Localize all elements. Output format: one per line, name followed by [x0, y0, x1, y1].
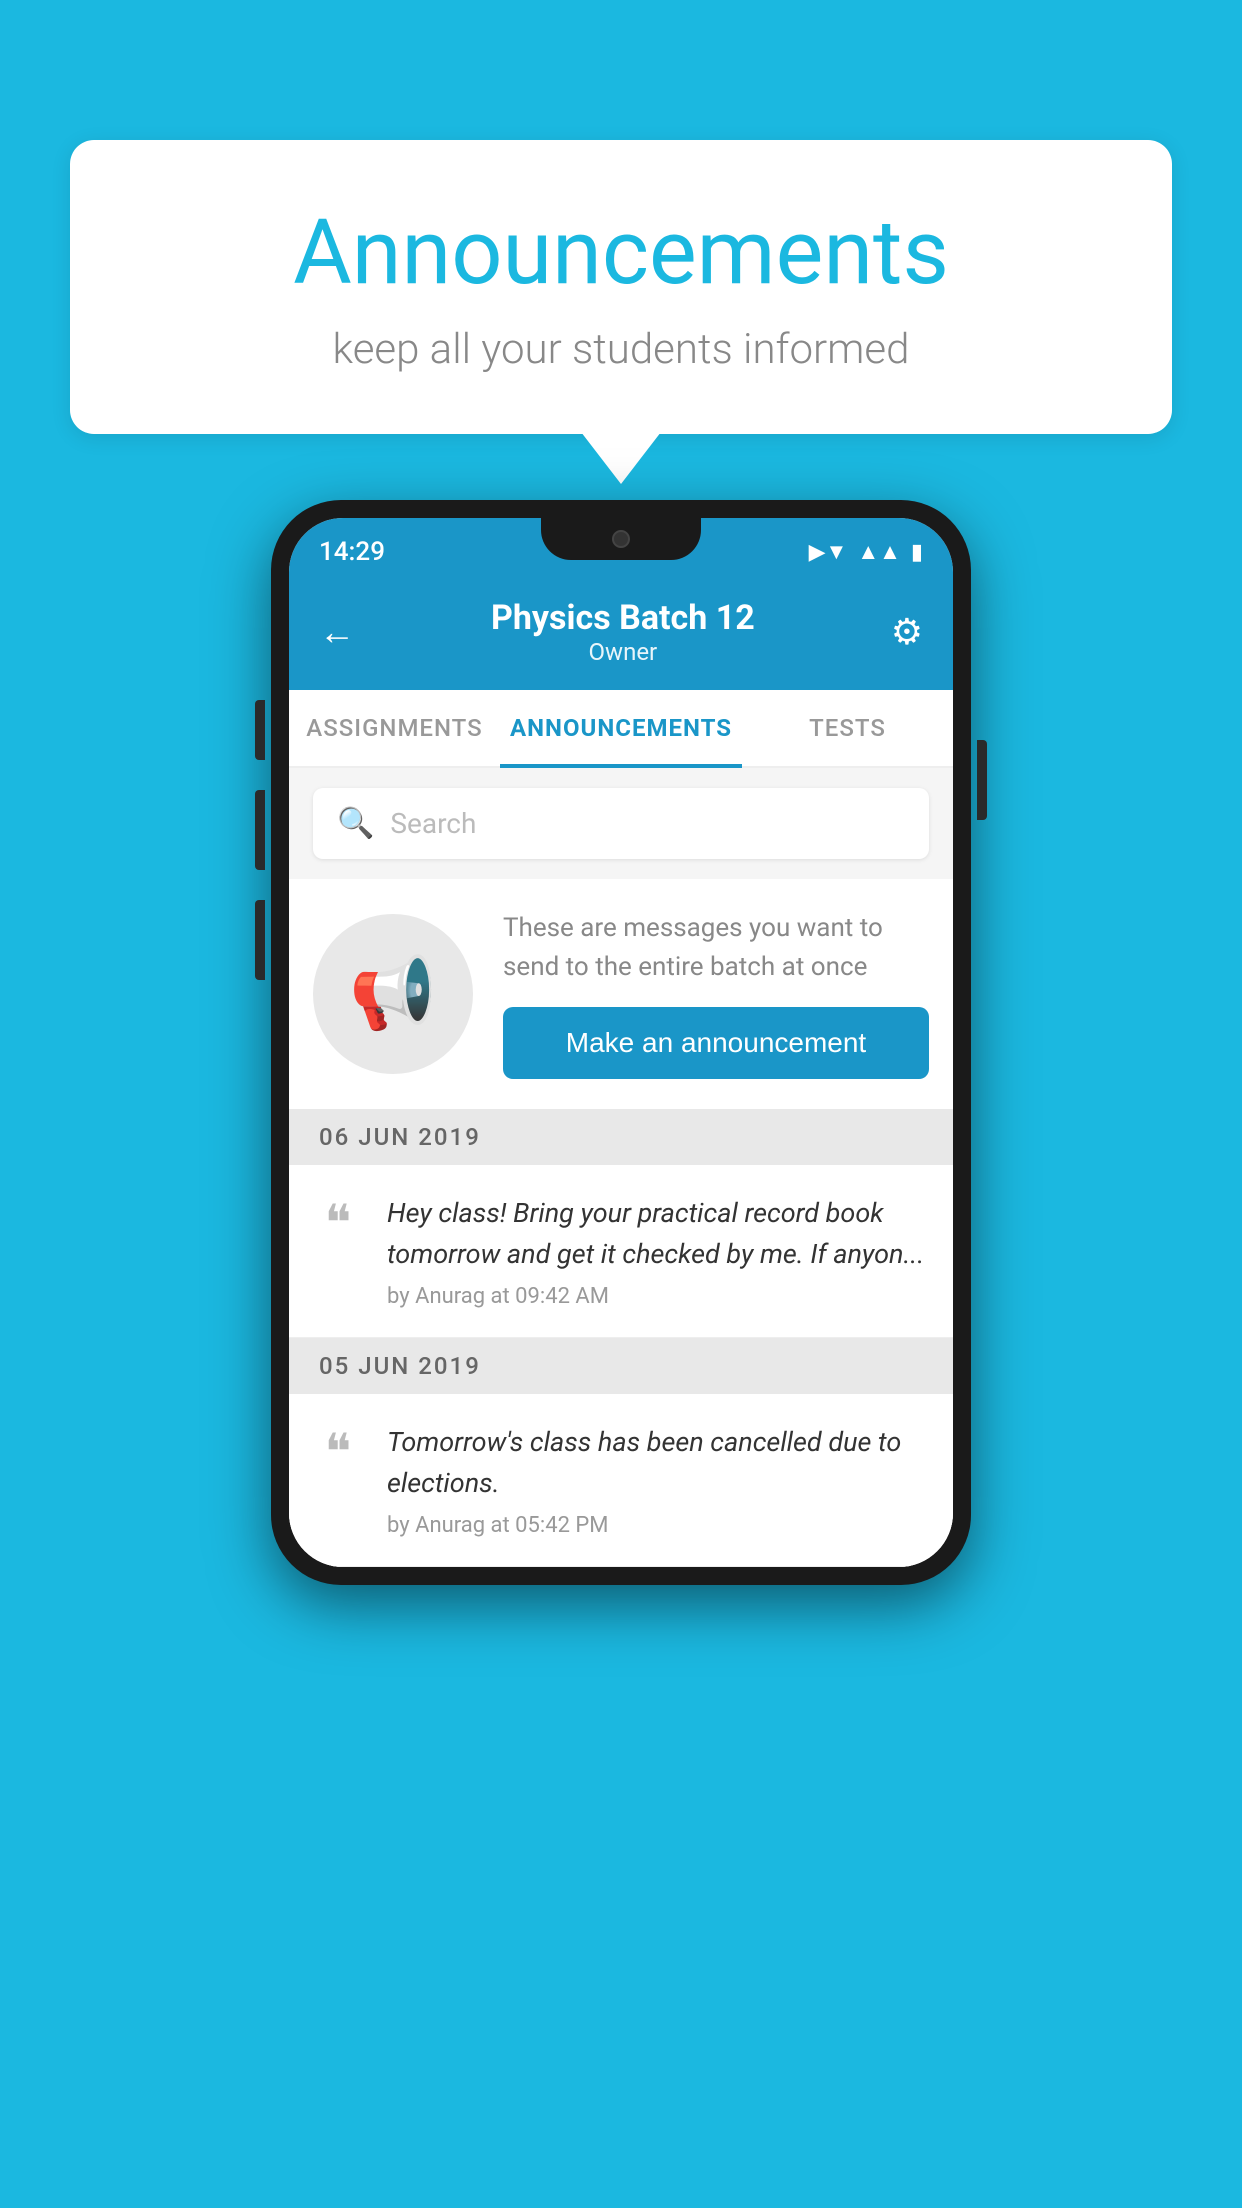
announcement-text-2: Tomorrow's class has been cancelled due … [387, 1422, 929, 1503]
tabs-bar: ASSIGNMENTS ANNOUNCEMENTS TESTS [289, 690, 953, 768]
wifi-icon: ▶▼ [809, 539, 848, 565]
announcement-meta-2: by Anurag at 05:42 PM [387, 1513, 929, 1538]
tab-assignments[interactable]: ASSIGNMENTS [289, 690, 500, 766]
phone-screen: 14:29 ▶▼ ▲▲ ▮ ← Physics Batch 12 Owner ⚙… [289, 518, 953, 1567]
search-placeholder: Search [390, 807, 476, 840]
side-button-left-2 [255, 790, 265, 870]
date-divider-1: 06 JUN 2019 [289, 1109, 953, 1165]
megaphone-icon: 📢 [349, 953, 436, 1035]
promo-description: These are messages you want to send to t… [503, 909, 929, 987]
search-icon: 🔍 [337, 806, 374, 841]
header-subtitle: Owner [491, 638, 755, 666]
signal-icon: ▲▲ [857, 539, 901, 565]
search-bar[interactable]: 🔍 Search [313, 788, 929, 859]
megaphone-circle: 📢 [313, 914, 473, 1074]
phone-outer: 14:29 ▶▼ ▲▲ ▮ ← Physics Batch 12 Owner ⚙… [271, 500, 971, 1585]
promo-section: 📢 These are messages you want to send to… [289, 879, 953, 1109]
content-area: 🔍 Search 📢 These are messages you want t… [289, 788, 953, 1567]
side-button-left-1 [255, 700, 265, 760]
bubble-title: Announcements [150, 200, 1092, 305]
status-time: 14:29 [319, 537, 385, 567]
header-center: Physics Batch 12 Owner [491, 598, 755, 666]
phone-mockup: 14:29 ▶▼ ▲▲ ▮ ← Physics Batch 12 Owner ⚙… [271, 500, 971, 1585]
announcement-item-1[interactable]: ❝ Hey class! Bring your practical record… [289, 1165, 953, 1338]
status-icons: ▶▼ ▲▲ ▮ [809, 539, 923, 565]
speech-bubble: Announcements keep all your students inf… [70, 140, 1172, 434]
battery-icon: ▮ [911, 540, 923, 565]
side-button-left-3 [255, 900, 265, 980]
date-divider-2: 05 JUN 2019 [289, 1338, 953, 1394]
tab-tests[interactable]: TESTS [742, 690, 953, 766]
announcement-content-1: Hey class! Bring your practical record b… [387, 1193, 929, 1309]
announcement-content-2: Tomorrow's class has been cancelled due … [387, 1422, 929, 1538]
side-button-right [977, 740, 987, 820]
make-announcement-button[interactable]: Make an announcement [503, 1007, 929, 1079]
announcement-meta-1: by Anurag at 09:42 AM [387, 1284, 929, 1309]
settings-icon[interactable]: ⚙ [891, 611, 923, 653]
quote-icon-2: ❝ [313, 1427, 363, 1477]
tab-announcements[interactable]: ANNOUNCEMENTS [500, 690, 742, 766]
promo-right: These are messages you want to send to t… [503, 909, 929, 1079]
bubble-subtitle: keep all your students informed [150, 325, 1092, 374]
quote-icon-1: ❝ [313, 1198, 363, 1248]
app-header: ← Physics Batch 12 Owner ⚙ [289, 578, 953, 690]
header-title: Physics Batch 12 [491, 598, 755, 638]
speech-bubble-container: Announcements keep all your students inf… [70, 140, 1172, 434]
announcement-text-1: Hey class! Bring your practical record b… [387, 1193, 929, 1274]
camera-dot [612, 530, 630, 548]
back-button[interactable]: ← [319, 611, 355, 653]
phone-notch [541, 518, 701, 560]
announcement-item-2[interactable]: ❝ Tomorrow's class has been cancelled du… [289, 1394, 953, 1567]
